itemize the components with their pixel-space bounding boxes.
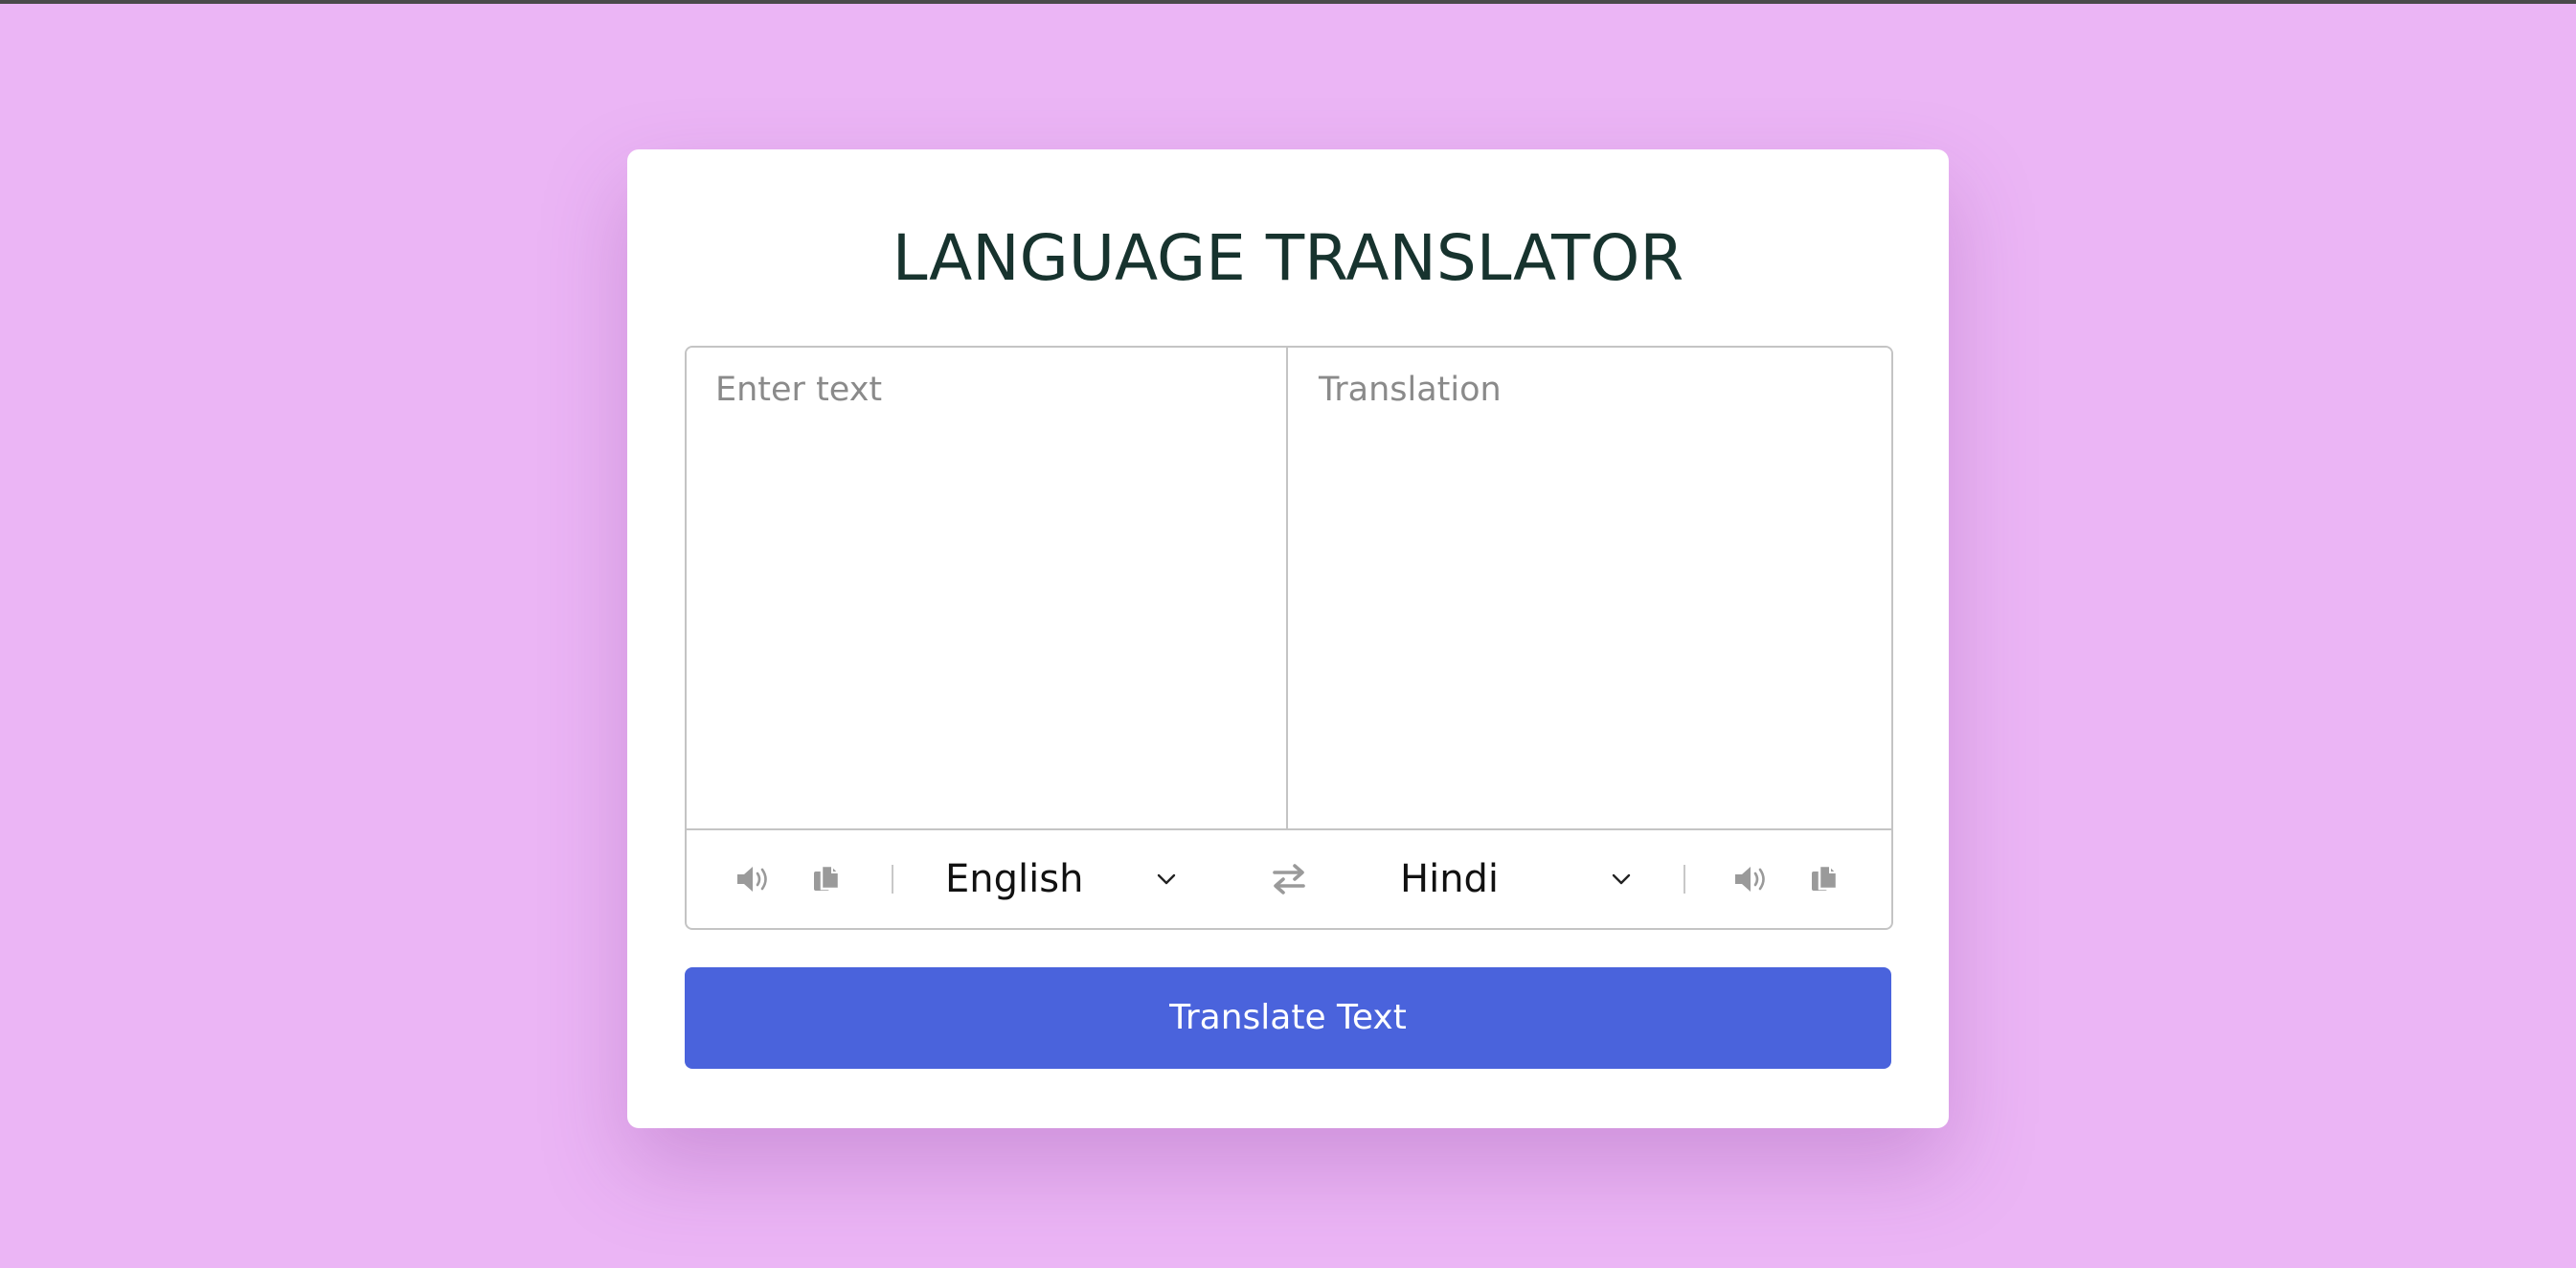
to-language-label: Hindi [1400,857,1500,901]
chevron-down-icon [1157,873,1176,885]
translator-wrapper: English Hindi [685,346,1893,930]
controls-bar: English Hindi [687,830,1891,928]
from-language-label: English [945,857,1084,901]
from-language-select[interactable]: English [945,849,1194,909]
to-speaker-icon[interactable] [1730,860,1769,898]
window-top-border [0,0,2576,4]
to-copy-icon[interactable] [1805,860,1843,898]
chevron-down-icon [1612,873,1631,885]
translation-output[interactable] [1290,348,1891,828]
to-language-select[interactable]: Hindi [1400,849,1649,909]
translate-button[interactable]: Translate Text [685,967,1891,1069]
from-speaker-icon[interactable] [733,860,771,898]
exchange-icon[interactable] [1270,860,1308,898]
text-input-row [687,348,1891,830]
page-title: LANGUAGE TRANSLATOR [892,221,1684,295]
from-divider [892,865,893,894]
translator-card: LANGUAGE TRANSLATOR Enter text Translati… [627,149,1949,1128]
to-divider [1683,865,1685,894]
from-copy-icon[interactable] [807,860,846,898]
source-text-input[interactable] [687,348,1288,828]
